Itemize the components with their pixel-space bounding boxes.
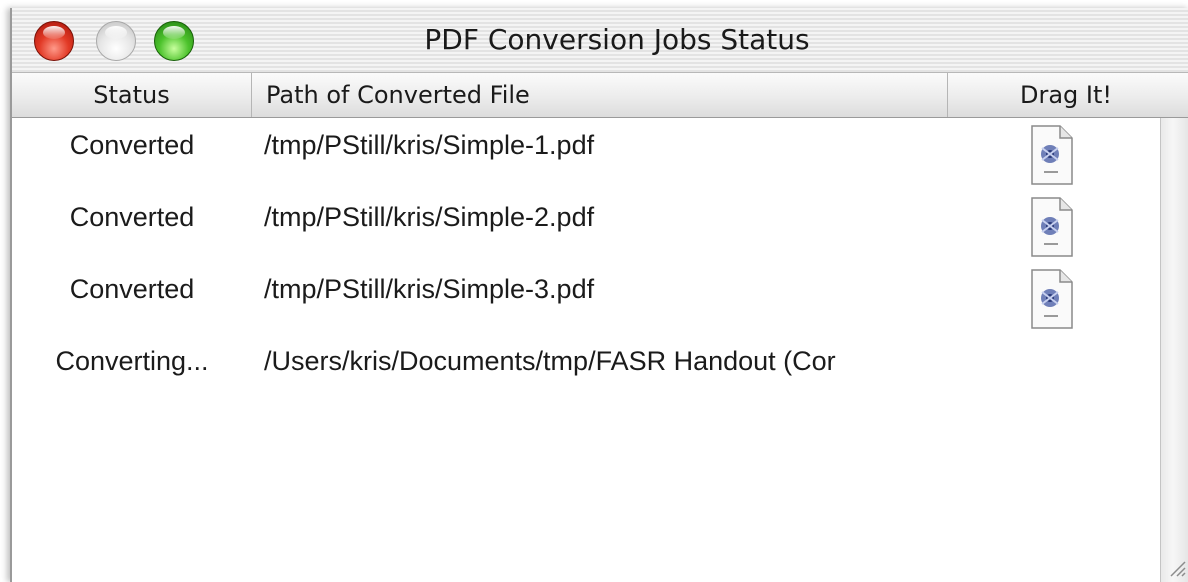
pdf-document-icon[interactable]	[1028, 124, 1076, 188]
column-header-drag[interactable]: Drag It!	[948, 73, 1166, 117]
column-header-status[interactable]: Status	[12, 73, 252, 117]
path-cell: /Users/kris/Documents/tmp/FASR Handout (…	[264, 346, 836, 376]
table-row[interactable]: Converted /tmp/PStill/kris/Simple-2.pdf	[12, 196, 1160, 268]
path-cell: /tmp/PStill/kris/Simple-1.pdf	[264, 130, 595, 160]
title-bar[interactable]: PDF Conversion Jobs Status	[12, 8, 1188, 73]
conversion-jobs-window: PDF Conversion Jobs Status Status Path o…	[10, 8, 1188, 582]
column-header-path[interactable]: Path of Converted File	[252, 73, 948, 117]
table-row[interactable]: Converted /tmp/PStill/kris/Simple-3.pdf	[12, 268, 1160, 340]
status-cell: Converted	[69, 274, 195, 304]
status-cell: Converted	[69, 130, 195, 160]
path-cell: /tmp/PStill/kris/Simple-3.pdf	[264, 274, 595, 304]
pdf-document-icon[interactable]	[1028, 196, 1076, 260]
table-row[interactable]: Converting... /Users/kris/Documents/tmp/…	[12, 340, 1160, 412]
status-cell: Converted	[69, 202, 195, 232]
resize-grip-icon[interactable]	[1165, 556, 1187, 578]
vertical-scrollbar[interactable]	[1160, 118, 1188, 582]
window-title: PDF Conversion Jobs Status	[424, 23, 810, 56]
jobs-table: Converted /tmp/PStill/kris/Simple-1.pdf …	[12, 118, 1160, 582]
table-header: Status Path of Converted File Drag It!	[12, 73, 1188, 118]
status-cell: Converting...	[55, 346, 209, 376]
table-row[interactable]: Converted /tmp/PStill/kris/Simple-1.pdf	[12, 124, 1160, 196]
pdf-document-icon[interactable]	[1028, 268, 1076, 332]
path-cell: /tmp/PStill/kris/Simple-2.pdf	[264, 202, 595, 232]
